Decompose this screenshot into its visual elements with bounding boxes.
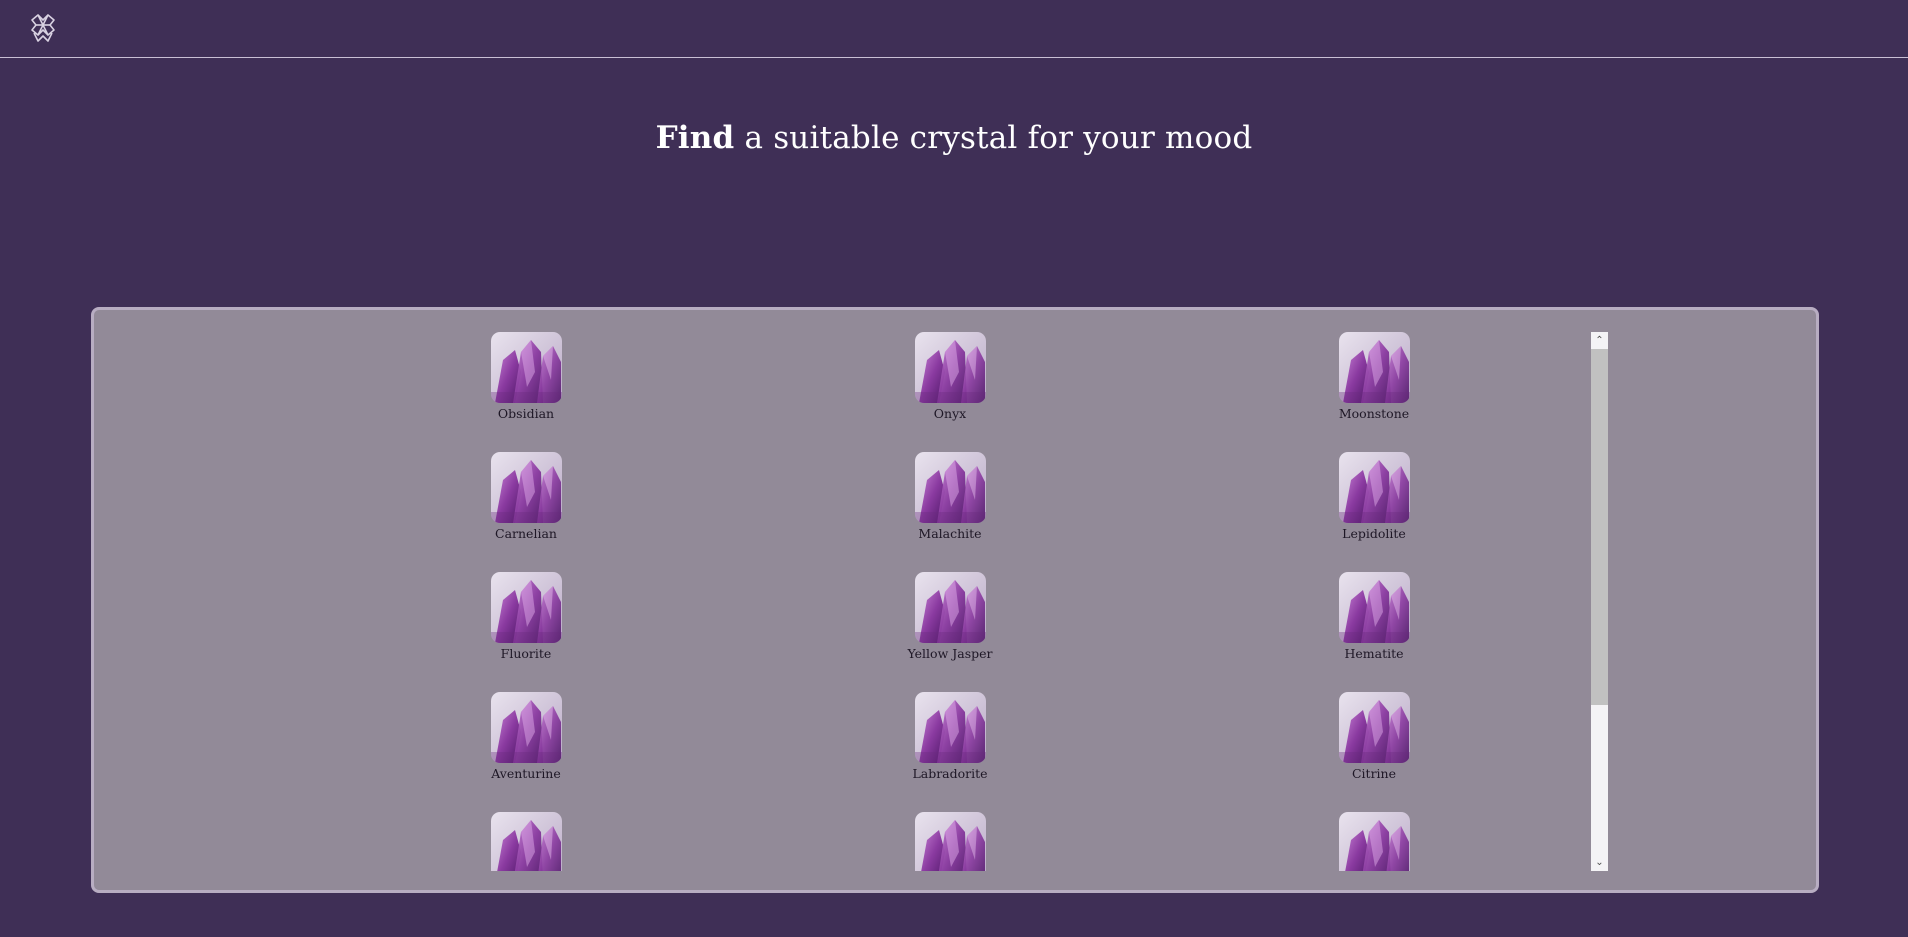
vertical-scrollbar[interactable]: ⌃ ⌄: [1591, 332, 1608, 871]
crystal-image: [1338, 812, 1410, 871]
crystal-image: [1338, 572, 1410, 643]
crystal-item[interactable]: Carnelian: [446, 452, 606, 541]
crystal-name: Onyx: [933, 406, 967, 421]
crystal-name: Lepidolite: [1342, 526, 1406, 541]
crystal-item[interactable]: Obsidian: [446, 332, 606, 421]
crystal-row: Aventurine Labradorite Citrine: [94, 692, 1608, 812]
crystal-image: [490, 692, 562, 763]
crystal-name: Moonstone: [1338, 406, 1410, 421]
top-bar: [0, 0, 1908, 58]
crystal-image: [490, 332, 562, 403]
crystal-panel: Obsidian Onyx Moonstone Carnelian Malachite L…: [91, 307, 1819, 893]
crystal-item[interactable]: Citrine: [1294, 692, 1454, 781]
crystal-name: Carnelian: [495, 526, 557, 541]
crystal-name: Obsidian: [497, 406, 555, 421]
crystal-row: Obsidian Onyx Moonstone: [94, 332, 1608, 452]
crystal-image: [914, 332, 986, 403]
crystal-row: [94, 812, 1608, 871]
crystal-item[interactable]: [446, 812, 606, 871]
chevron-down-icon[interactable]: ⌄: [1591, 854, 1608, 871]
crystal-name: Fluorite: [500, 646, 552, 661]
crystal-item[interactable]: Labradorite: [870, 692, 1030, 781]
crystal-row: Fluorite Yellow Jasper Hematite: [94, 572, 1608, 692]
crystal-item[interactable]: Hematite: [1294, 572, 1454, 661]
crystal-image: [914, 452, 986, 523]
crystal-image: [490, 452, 562, 523]
crystal-item[interactable]: [1294, 812, 1454, 871]
crystal-name: Malachite: [918, 526, 982, 541]
crystal-list[interactable]: Obsidian Onyx Moonstone Carnelian Malachite L…: [94, 332, 1608, 871]
crystal-item[interactable]: Moonstone: [1294, 332, 1454, 421]
crystal-name: Hematite: [1344, 646, 1404, 661]
crystal-image: [490, 812, 562, 871]
crystal-item[interactable]: Fluorite: [446, 572, 606, 661]
crystal-name: Labradorite: [912, 766, 988, 781]
crystal-image: [490, 572, 562, 643]
crystal-item[interactable]: Aventurine: [446, 692, 606, 781]
crystal-name: Citrine: [1351, 766, 1396, 781]
page-title-rest: a suitable crystal for your mood: [734, 120, 1253, 156]
crystal-image: [914, 572, 986, 643]
crystal-image: [1338, 332, 1410, 403]
crystal-name: Yellow Jasper: [907, 646, 993, 661]
scrollbar-thumb[interactable]: [1591, 349, 1608, 705]
crystal-image: [1338, 452, 1410, 523]
crystal-item[interactable]: Yellow Jasper: [870, 572, 1030, 661]
crystal-row: Carnelian Malachite Lepidolite: [94, 452, 1608, 572]
crystal-image: [1338, 692, 1410, 763]
crystal-item[interactable]: Malachite: [870, 452, 1030, 541]
crystal-item[interactable]: Lepidolite: [1294, 452, 1454, 541]
crystal-item[interactable]: [870, 812, 1030, 871]
crystal-logo-icon[interactable]: [28, 13, 58, 43]
crystal-image: [914, 692, 986, 763]
chevron-up-icon[interactable]: ⌃: [1591, 332, 1608, 349]
page-title-strong: Find: [655, 120, 735, 156]
crystal-name: Aventurine: [491, 766, 561, 781]
page-title: Find a suitable crystal for your mood: [0, 120, 1908, 156]
crystal-item[interactable]: Onyx: [870, 332, 1030, 421]
crystal-image: [914, 812, 986, 871]
